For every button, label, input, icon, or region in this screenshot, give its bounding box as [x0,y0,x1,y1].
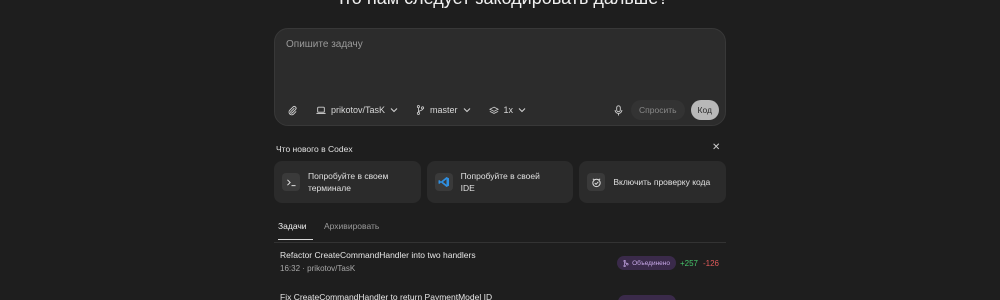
deletions-count: -126 [702,259,719,268]
chevron-down-icon [463,108,470,113]
news-cards: Попробуйте в своем терминале Попробуйте … [274,161,727,203]
versions-label: 1x [503,105,514,115]
page-title: Что нам следует закодировать дальше? [0,0,1000,9]
repo-selector[interactable]: prikotov/TasK [312,100,402,120]
tab-tasks[interactable]: Задачи [278,221,313,240]
task-composer[interactable]: Опишите задачу prikotov/TasK master 1x С… [274,28,726,126]
status-badge: Объединено [617,256,676,270]
chevron-down-icon [518,108,526,113]
branch-selector[interactable]: master [412,100,475,120]
attach-button[interactable] [283,100,302,120]
task-title: Fix CreateCommandHandler to return Payme… [280,292,493,300]
try-terminal-card[interactable]: Попробуйте в своем терминале [274,161,421,203]
composer-toolbar: prikotov/TasK master 1x Спросить Код [283,99,719,121]
review-icon [587,173,606,191]
card-label: Включить проверку кода [613,177,711,187]
task-tabs: Задачи Архивировать [274,221,726,243]
task-time: 16:32 [280,264,301,273]
task-row[interactable]: Fix CreateCommandHandler to return Payme… [274,292,726,300]
status-badge [618,295,676,300]
chevron-down-icon [390,108,398,113]
status-label: Объединено [632,259,670,267]
news-title: Что нового в Codex [276,144,353,154]
layers-icon [488,106,499,114]
tab-archive[interactable]: Архивировать [324,221,379,239]
laptop-icon [316,106,326,114]
card-label: Попробуйте в своем терминале [308,171,389,193]
terminal-icon [282,173,300,191]
merge-icon [623,259,629,267]
task-meta: 16:32 · prikotov/TasK [280,264,355,273]
microphone-button[interactable] [614,104,623,116]
branch-icon [416,105,425,115]
vscode-icon [434,173,453,191]
try-ide-card[interactable]: Попробуйте в своей IDE [426,161,574,203]
repo-label: prikotov/TasK [331,105,386,115]
paperclip-icon [288,105,297,115]
enable-code-review-card[interactable]: Включить проверку кода [579,161,727,203]
task-repo: prikotov/TasK [307,264,356,273]
ask-button[interactable]: Спросить [631,100,685,120]
task-title: Refactor CreateCommandHandler into two h… [280,250,476,260]
close-icon[interactable]: ✕ [712,142,720,153]
task-row[interactable]: Refactor CreateCommandHandler into two h… [274,250,726,280]
card-label: Попробуйте в своей IDE [460,171,540,193]
meta-separator: · [302,264,305,273]
microphone-icon [614,104,623,115]
task-input[interactable]: Опишите задачу [286,39,363,50]
branch-label: master [430,105,458,115]
versions-selector[interactable]: 1x [485,100,531,120]
code-button[interactable]: Код [690,100,719,120]
additions-count: +257 [679,259,698,268]
